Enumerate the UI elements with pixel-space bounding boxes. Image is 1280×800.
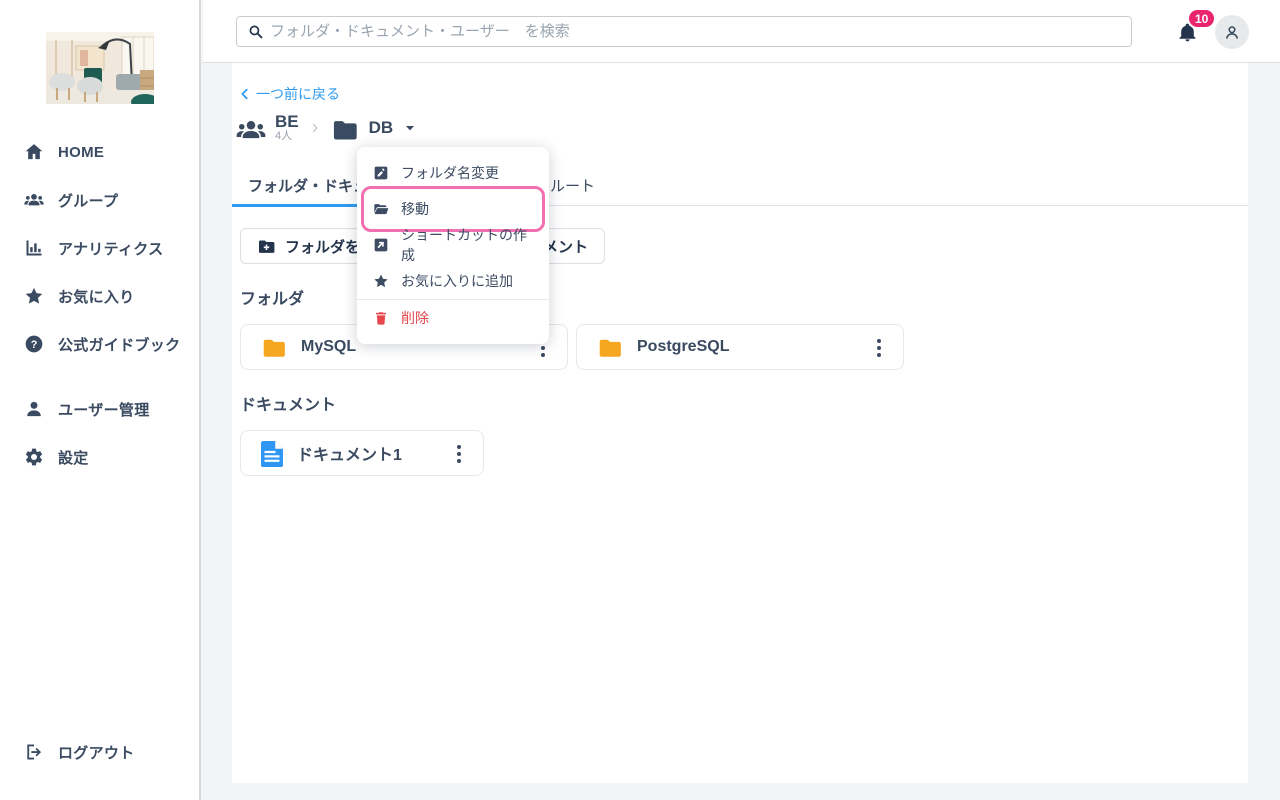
chevron-left-icon bbox=[238, 87, 252, 101]
sidebar-item-favorites[interactable]: お気に入り bbox=[0, 272, 199, 320]
menu-item-label: ショートカットの作成 bbox=[401, 225, 533, 265]
delete-icon bbox=[373, 310, 389, 326]
breadcrumb-current-folder[interactable]: DB bbox=[331, 116, 418, 140]
kebab-menu-button[interactable] bbox=[445, 436, 473, 472]
breadcrumb: BE 4人 DB bbox=[236, 109, 417, 147]
caret-down-icon[interactable] bbox=[403, 121, 417, 135]
group-member-count: 4人 bbox=[275, 131, 299, 143]
menu-item-label: フォルダ名変更 bbox=[401, 163, 499, 183]
sidebar-item-home[interactable]: HOME bbox=[0, 128, 199, 176]
sidebar-item-label: ログアウト bbox=[58, 742, 135, 763]
document-card[interactable]: ドキュメント1 bbox=[240, 430, 484, 476]
rename-icon bbox=[373, 165, 389, 181]
sidebar-item-label: アナリティクス bbox=[58, 238, 163, 259]
back-link-label: 一つ前に戻る bbox=[256, 84, 340, 104]
sidebar-item-analytics[interactable]: アナリティクス bbox=[0, 224, 199, 272]
sidebar-item-label: 設定 bbox=[58, 447, 89, 468]
menu-item-label: 削除 bbox=[401, 308, 429, 328]
menu-item-move[interactable]: 移動 bbox=[357, 191, 549, 227]
folder-cards: MySQL PostgreSQL bbox=[240, 324, 904, 370]
menu-item-add-favorite[interactable]: お気に入りに追加 bbox=[357, 263, 549, 299]
breadcrumb-group[interactable]: BE 4人 bbox=[236, 113, 299, 142]
notification-count-badge: 10 bbox=[1187, 8, 1216, 29]
sidebar-item-label: お気に入り bbox=[58, 286, 135, 307]
search-input[interactable] bbox=[270, 23, 1121, 40]
logout-icon bbox=[24, 742, 44, 762]
user-avatar-icon bbox=[1222, 22, 1242, 42]
sidebar-item-label: 公式ガイドブック bbox=[58, 334, 180, 355]
home-icon bbox=[24, 142, 44, 162]
folder-icon bbox=[597, 335, 623, 359]
kebab-menu-button[interactable] bbox=[865, 330, 893, 366]
folder-name: MySQL bbox=[301, 338, 356, 356]
gear-icon bbox=[24, 447, 44, 467]
folder-name: PostgreSQL bbox=[637, 338, 729, 356]
sidebar-item-label: HOME bbox=[58, 144, 104, 161]
analytics-icon bbox=[24, 238, 44, 258]
logo-image[interactable] bbox=[46, 32, 154, 104]
group-name: BE bbox=[275, 113, 299, 131]
sidebar-item-guidebook[interactable]: ? 公式ガイドブック bbox=[0, 320, 199, 368]
group-icon bbox=[24, 190, 44, 210]
documents-section-title: ドキュメント bbox=[240, 391, 336, 415]
menu-item-rename-folder[interactable]: フォルダ名変更 bbox=[357, 155, 549, 191]
document-icon bbox=[261, 441, 283, 465]
menu-item-label: お気に入りに追加 bbox=[401, 271, 513, 291]
top-header: 10 bbox=[203, 0, 1280, 63]
star-icon bbox=[24, 286, 44, 306]
folder-plus-icon bbox=[257, 237, 276, 256]
user-icon bbox=[24, 399, 44, 419]
search-icon bbox=[247, 23, 264, 40]
move-folder-icon bbox=[373, 201, 389, 217]
shortcut-icon bbox=[373, 237, 389, 253]
folder-context-menu: フォルダ名変更 移動 ショートカットの作成 お気に入りに追加 削除 bbox=[357, 147, 549, 344]
guidebook-icon: ? bbox=[24, 334, 44, 354]
sidebar-item-groups[interactable]: グループ bbox=[0, 176, 199, 224]
avatar[interactable] bbox=[1215, 15, 1249, 49]
current-folder-name: DB bbox=[369, 118, 394, 138]
folder-icon bbox=[331, 116, 359, 140]
chevron-right-icon bbox=[309, 122, 321, 134]
office-interior-photo bbox=[46, 32, 154, 104]
sidebar-item-settings[interactable]: 設定 bbox=[0, 433, 199, 481]
back-link[interactable]: 一つ前に戻る bbox=[238, 84, 340, 104]
document-name: ドキュメント1 bbox=[297, 441, 402, 465]
document-cards: ドキュメント1 bbox=[240, 430, 484, 476]
search-box bbox=[236, 16, 1132, 47]
menu-item-label: 移動 bbox=[401, 199, 429, 219]
sidebar-item-logout[interactable]: ログアウト bbox=[0, 728, 199, 776]
sidebar-item-user-management[interactable]: ユーザー管理 bbox=[0, 385, 199, 433]
menu-item-create-shortcut[interactable]: ショートカットの作成 bbox=[357, 227, 549, 263]
sidebar-item-label: グループ bbox=[58, 190, 118, 211]
folders-section-title: フォルダ bbox=[240, 285, 304, 309]
folder-icon bbox=[261, 335, 287, 359]
svg-text:?: ? bbox=[31, 339, 38, 351]
sidebar-item-label: ユーザー管理 bbox=[58, 399, 150, 420]
folder-card-postgresql[interactable]: PostgreSQL bbox=[576, 324, 904, 370]
group-icon bbox=[236, 115, 266, 141]
sidebar: HOME グループ アナリティクス お気に入り ? 公式ガイドブック ユーザー管… bbox=[0, 0, 201, 800]
add-favorite-icon bbox=[373, 273, 389, 289]
menu-item-delete[interactable]: 削除 bbox=[357, 300, 549, 336]
